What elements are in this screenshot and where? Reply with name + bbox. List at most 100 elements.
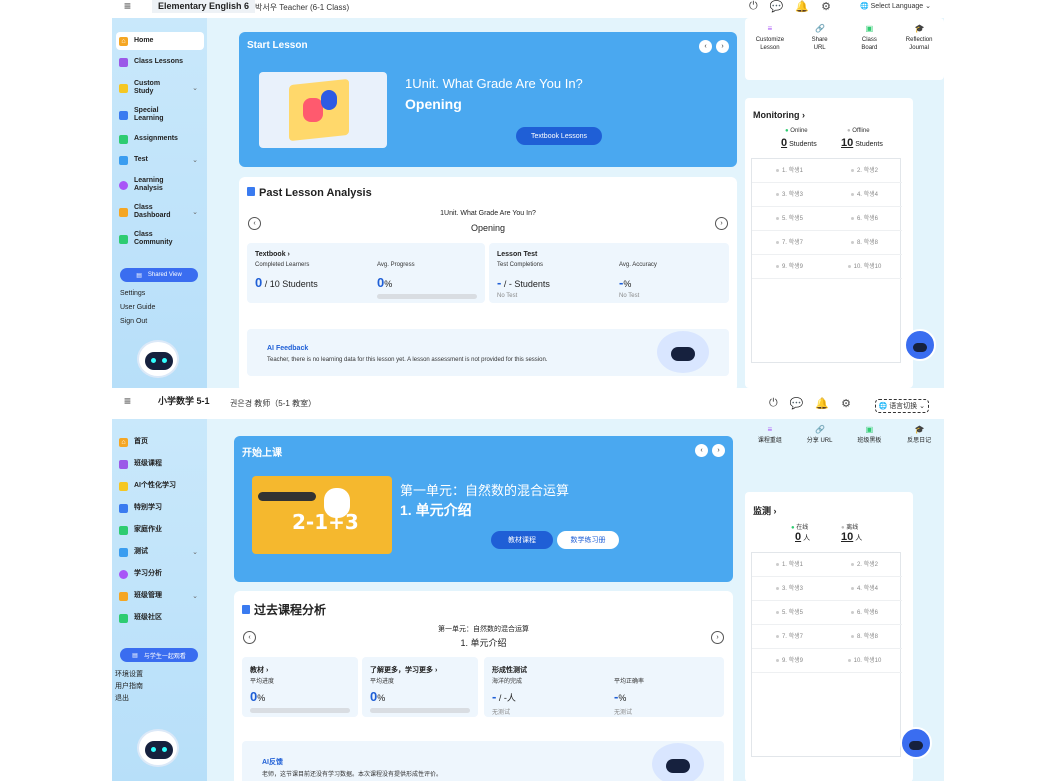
shared-view-button[interactable]: ▤ 与学生一起观看: [120, 648, 198, 662]
textbook-lessons-button[interactable]: Textbook Lessons: [516, 127, 602, 145]
lesson-thumbnail[interactable]: 2-1+3: [252, 476, 392, 554]
learn-more-link[interactable]: 了解更多，学习更多 ›: [370, 665, 437, 675]
prev-arrow-icon[interactable]: ‹: [699, 40, 712, 53]
settings-link[interactable]: 环境设置: [115, 669, 143, 679]
user-guide-link[interactable]: User Guide: [120, 304, 155, 311]
language-select[interactable]: 🌐 语言切换 ⌄: [874, 399, 929, 413]
sidebar-item-assignments[interactable]: 家庭作业: [116, 521, 204, 539]
power-icon[interactable]: ⏻: [749, 0, 758, 13]
textbook-link[interactable]: Textbook ›: [255, 251, 290, 258]
bell-icon[interactable]: 🔔: [795, 0, 809, 13]
sidebar-item-assignments[interactable]: Assignments: [116, 130, 204, 148]
gear-icon[interactable]: ⚙: [821, 0, 831, 13]
textbook-link[interactable]: 教材 ›: [250, 665, 268, 675]
ai-assistant-button[interactable]: [900, 727, 932, 759]
textbook-lessons-button[interactable]: 教材课程: [491, 531, 553, 549]
sidebar-item-class-dashboard[interactable]: Class Dashboard ⌄: [116, 202, 204, 222]
ai-feedback-box: AI Feedback Teacher, there is no learnin…: [247, 329, 729, 376]
monitoring-link[interactable]: 监测 ›: [753, 504, 777, 517]
prev-arrow-icon[interactable]: ‹: [695, 444, 708, 457]
monitoring-link[interactable]: Monitoring ›: [753, 110, 805, 120]
student-cell[interactable]: 8. 학생8: [827, 625, 902, 649]
sign-out-link[interactable]: 退出: [115, 693, 129, 703]
power-icon[interactable]: ⏻: [769, 397, 778, 410]
student-cell[interactable]: 7. 학생7: [752, 625, 827, 649]
sidebar-item-special-learning[interactable]: 特别学习: [116, 499, 204, 517]
sidebar-item-custom-study[interactable]: Custom Study ⌄: [116, 78, 204, 98]
sidebar-item-class-dashboard[interactable]: 班级管理 ⌄: [116, 587, 204, 605]
student-cell[interactable]: 10. 학생10: [827, 649, 902, 673]
chat-icon[interactable]: 💬: [770, 0, 784, 13]
menu-icon[interactable]: ≡: [124, 395, 131, 407]
menu-icon[interactable]: ≡: [124, 0, 131, 12]
class-board-button[interactable]: ▣ 班级黑板: [845, 419, 895, 465]
sidebar-item-home[interactable]: ⌂ Home: [116, 32, 204, 50]
analysis-icon: [119, 569, 128, 579]
student-cell[interactable]: 6. 학생6: [827, 601, 902, 625]
sidebar-item-learning-analysis[interactable]: Learning Analysis: [116, 175, 204, 195]
student-cell[interactable]: 7. 학생7: [752, 231, 827, 255]
customize-lesson-button[interactable]: ≡ 课程重组: [745, 419, 795, 465]
next-arrow-icon[interactable]: ›: [716, 40, 729, 53]
course-title[interactable]: 小学数学 5-1: [152, 395, 216, 408]
sidebar-item-learning-analysis[interactable]: 学习分析: [116, 565, 204, 583]
graduation-cap-icon: 🎓: [914, 24, 925, 33]
share-url-button[interactable]: 🔗 Share URL: [795, 18, 845, 80]
gear-icon[interactable]: ⚙: [841, 397, 851, 410]
student-cell[interactable]: 1. 학생1: [752, 553, 827, 577]
chat-icon[interactable]: 💬: [790, 397, 804, 410]
class-board-button[interactable]: ▣ Class Board: [845, 18, 895, 80]
prev-lesson-icon[interactable]: ‹: [248, 217, 261, 230]
settings-link[interactable]: Settings: [120, 290, 145, 297]
online-legend: ● 在线: [791, 525, 809, 531]
sidebar-item-class-lessons[interactable]: 班级课程: [116, 455, 204, 473]
next-lesson-icon[interactable]: ›: [715, 217, 728, 230]
share-url-button[interactable]: 🔗 分享 URL: [795, 419, 845, 465]
star-icon: [119, 110, 128, 120]
student-cell[interactable]: 1. 학생1: [752, 159, 827, 183]
course-title[interactable]: Elementary English 6: [152, 0, 256, 13]
sidebar-item-class-community[interactable]: Class Community: [116, 229, 204, 249]
sidebar-item-home[interactable]: ⌂ 首页: [116, 433, 204, 451]
student-cell[interactable]: 3. 학생3: [752, 183, 827, 207]
customize-lesson-button[interactable]: ≡ Customize Lesson: [745, 18, 795, 80]
sidebar-item-ai-study[interactable]: AI个性化学习: [116, 477, 204, 495]
test-completions-value: - / - Students: [497, 275, 550, 290]
next-arrow-icon[interactable]: ›: [712, 444, 725, 457]
prev-lesson-icon[interactable]: ‹: [243, 631, 256, 644]
shared-view-label: 与学生一起观看: [143, 653, 186, 660]
start-lesson-heading: 开始上课: [242, 448, 282, 459]
student-cell[interactable]: 4. 학생4: [827, 183, 902, 207]
sidebar-item-test[interactable]: Test ⌄: [116, 151, 204, 169]
sidebar-item-class-lessons[interactable]: Class Lessons: [116, 53, 204, 71]
student-cell[interactable]: 9. 학생9: [752, 649, 827, 673]
language-select[interactable]: 🌐 Select Language ⌄: [860, 2, 931, 10]
sign-out-link[interactable]: Sign Out: [120, 318, 147, 325]
student-cell[interactable]: 2. 학생2: [827, 553, 902, 577]
math-workbook-button[interactable]: 数学练习册: [557, 531, 619, 549]
student-grid: 1. 학생1 2. 학생2 3. 학생3 4. 학생4 5. 학생5 6. 학생6 7. 학…: [751, 158, 902, 363]
ai-assistant-button[interactable]: [904, 329, 936, 361]
student-cell[interactable]: 6. 학생6: [827, 207, 902, 231]
shared-view-button[interactable]: ▤ Shared View: [120, 268, 198, 282]
student-cell[interactable]: 8. 학생8: [827, 231, 902, 255]
user-guide-link[interactable]: 用户指南: [115, 681, 143, 691]
sidebar-item-label: 测试: [134, 548, 148, 555]
next-lesson-icon[interactable]: ›: [711, 631, 724, 644]
student-cell[interactable]: 4. 학생4: [827, 577, 902, 601]
past-analysis-title: Past Lesson Analysis: [247, 187, 372, 199]
bell-icon[interactable]: 🔔: [815, 397, 829, 410]
reflection-journal-button[interactable]: 🎓 反思日记: [894, 419, 944, 465]
student-cell[interactable]: 9. 학생9: [752, 255, 827, 279]
student-cell[interactable]: 2. 학생2: [827, 159, 902, 183]
sidebar-item-class-community[interactable]: 班级社区: [116, 609, 204, 627]
student-cell[interactable]: 5. 학생5: [752, 207, 827, 231]
lesson-thumbnail[interactable]: [259, 72, 387, 148]
reflection-journal-button[interactable]: 🎓 Reflection Journal: [894, 18, 944, 80]
sidebar-item-special-learning[interactable]: Special Learning: [116, 105, 204, 125]
sidebar-item-test[interactable]: 测试 ⌄: [116, 543, 204, 561]
student-cell[interactable]: 10. 학생10: [827, 255, 902, 279]
student-cell[interactable]: 5. 학생5: [752, 601, 827, 625]
dashboard-icon: [119, 207, 128, 217]
student-cell[interactable]: 3. 학생3: [752, 577, 827, 601]
